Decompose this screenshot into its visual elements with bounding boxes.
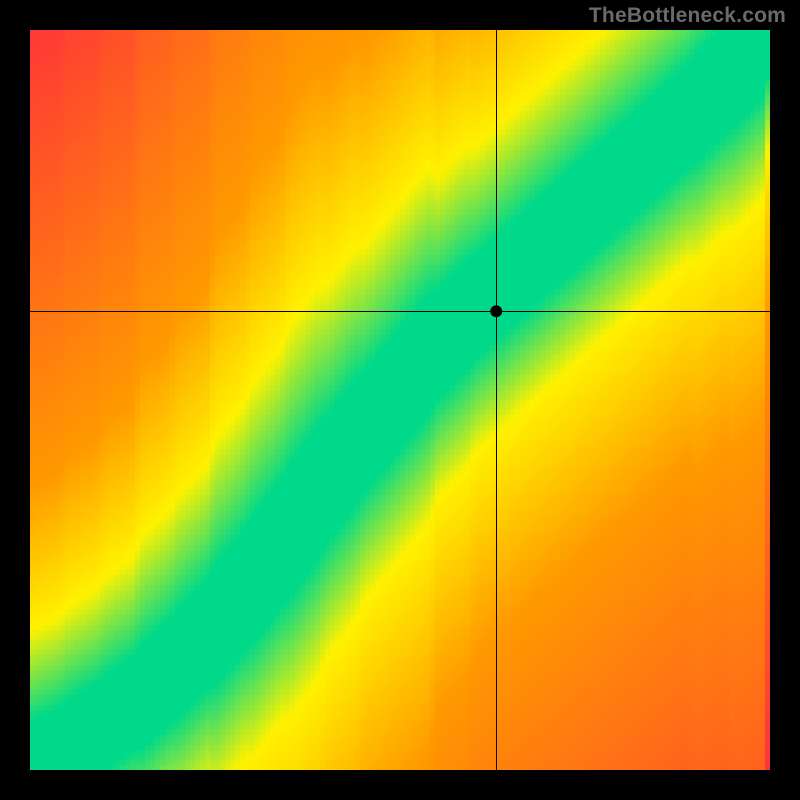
crosshair-overlay: [30, 30, 770, 770]
attribution-text: TheBottleneck.com: [589, 4, 786, 28]
chart-container: TheBottleneck.com: [0, 0, 800, 800]
